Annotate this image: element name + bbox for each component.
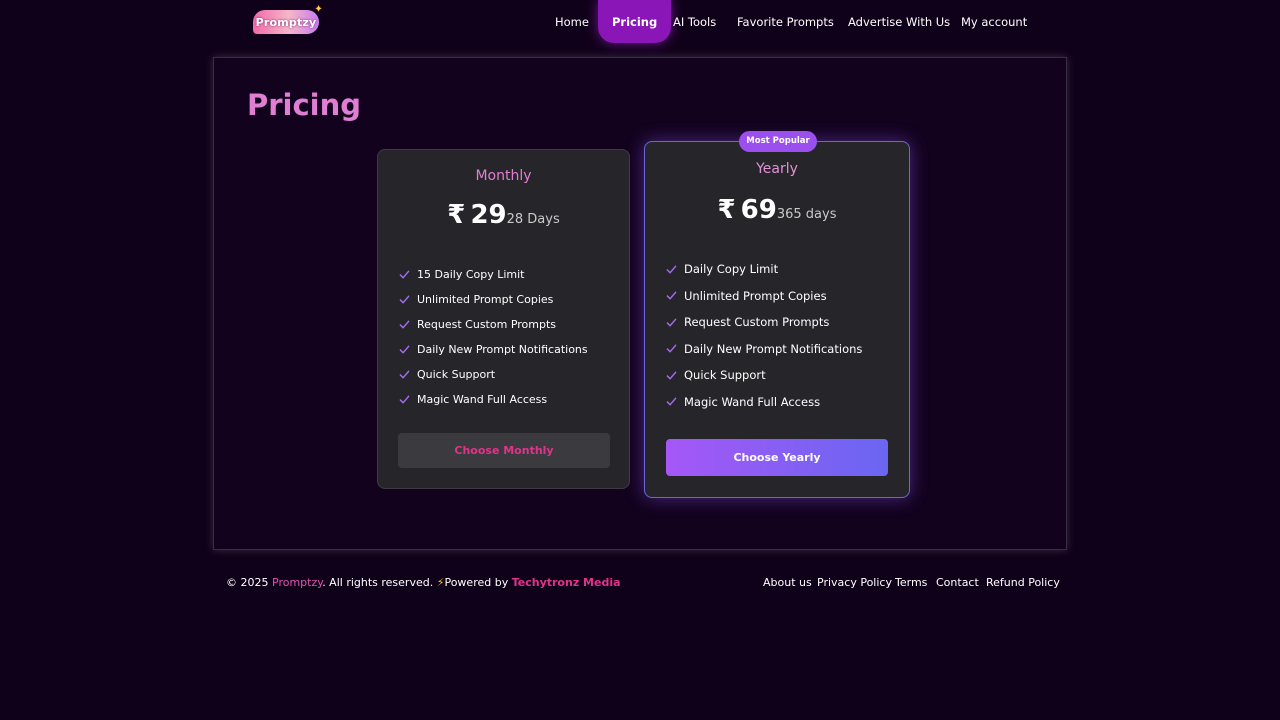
- check-icon: [666, 265, 677, 274]
- feature-text: 15 Daily Copy Limit: [417, 268, 525, 281]
- feature-list: 15 Daily Copy Limit Unlimited Prompt Cop…: [399, 262, 588, 412]
- page-title: Pricing: [247, 88, 362, 122]
- site-header: Promptzy ✦ Home Pricing AI Tools Favorit…: [0, 0, 1280, 44]
- feature-text: Unlimited Prompt Copies: [417, 293, 554, 306]
- feature-item: 15 Daily Copy Limit: [399, 262, 588, 287]
- footer-brand-link[interactable]: Promptzy: [272, 576, 322, 589]
- nav-pricing[interactable]: Pricing: [598, 0, 672, 43]
- check-icon: [399, 320, 410, 329]
- feature-text: Quick Support: [417, 368, 496, 381]
- plan-name: Monthly: [475, 168, 532, 184]
- check-icon: [666, 318, 677, 327]
- feature-item: Request Custom Prompts: [399, 312, 588, 337]
- nav-home[interactable]: Home: [555, 0, 589, 44]
- feature-text: Request Custom Prompts: [417, 318, 557, 331]
- feature-item: Quick Support: [666, 362, 862, 389]
- feature-text: Unlimited Prompt Copies: [684, 288, 827, 303]
- check-icon: [666, 344, 677, 353]
- footer-link-privacy[interactable]: Privacy Policy: [817, 576, 892, 589]
- check-icon: [666, 397, 677, 406]
- logo-text: Promptzy: [255, 15, 317, 29]
- feature-text: Daily Copy Limit: [684, 262, 779, 277]
- feature-text: Quick Support: [684, 368, 766, 383]
- choose-monthly-button[interactable]: Choose Monthly: [398, 433, 610, 468]
- feature-item: Quick Support: [399, 362, 588, 387]
- plan-name: Yearly: [756, 161, 798, 177]
- feature-item: Magic Wand Full Access: [666, 389, 862, 416]
- copyright-prefix: © 2025: [226, 576, 272, 589]
- check-icon: [399, 295, 410, 304]
- company-link[interactable]: Techytronz Media: [512, 576, 621, 589]
- price-period: 365 days: [776, 207, 837, 222]
- plan-card-monthly: Monthly ₹ 2928 Days 15 Daily Copy Limit …: [377, 149, 630, 489]
- feature-item: Magic Wand Full Access: [399, 387, 588, 412]
- footer-link-refund[interactable]: Refund Policy: [986, 576, 1060, 589]
- feature-text: Daily New Prompt Notifications: [417, 343, 588, 356]
- plan-card-yearly: Most Popular Yearly ₹ 69365 days Daily C…: [644, 131, 910, 498]
- feature-text: Daily New Prompt Notifications: [684, 341, 863, 356]
- footer-link-terms[interactable]: Terms: [895, 576, 927, 589]
- powered-by-text: Powered by: [444, 576, 512, 589]
- site-footer: © 2025 Promptzy. All rights reserved. ⚡P…: [0, 575, 1280, 595]
- check-icon: [399, 395, 410, 404]
- feature-item: Request Custom Prompts: [666, 309, 862, 336]
- feature-text: Request Custom Prompts: [684, 315, 830, 330]
- pricing-section: Pricing Monthly ₹ 2928 Days 15 Daily Cop…: [213, 57, 1067, 550]
- nav-my-account[interactable]: My account: [961, 0, 1027, 44]
- currency-symbol: ₹: [447, 200, 466, 230]
- plan-price: ₹ 69365 days: [645, 195, 909, 225]
- feature-item: Unlimited Prompt Copies: [399, 287, 588, 312]
- feature-text: Magic Wand Full Access: [684, 394, 821, 409]
- feature-item: Unlimited Prompt Copies: [666, 283, 862, 310]
- footer-link-contact[interactable]: Contact: [936, 576, 979, 589]
- plan-price: ₹ 2928 Days: [378, 200, 629, 230]
- sparkle-icon: ✦: [314, 4, 323, 15]
- nav-ai-tools[interactable]: AI Tools: [673, 0, 716, 44]
- feature-item: Daily Copy Limit: [666, 256, 862, 283]
- nav-favorite-prompts[interactable]: Favorite Prompts: [737, 0, 834, 44]
- price-period: 28 Days: [506, 212, 560, 227]
- nav-advertise-with-us[interactable]: Advertise With Us: [848, 0, 950, 44]
- copyright: © 2025 Promptzy. All rights reserved. ⚡P…: [226, 576, 621, 589]
- choose-yearly-button[interactable]: Choose Yearly: [666, 439, 888, 476]
- footer-link-about[interactable]: About us: [763, 576, 812, 589]
- feature-item: Daily New Prompt Notifications: [666, 336, 862, 363]
- check-icon: [666, 371, 677, 380]
- check-icon: [399, 345, 410, 354]
- check-icon: [399, 370, 410, 379]
- check-icon: [399, 270, 410, 279]
- promptzy-logo[interactable]: Promptzy ✦: [253, 4, 323, 34]
- feature-item: Daily New Prompt Notifications: [399, 337, 588, 362]
- feature-list: Daily Copy Limit Unlimited Prompt Copies…: [666, 256, 862, 415]
- feature-text: Magic Wand Full Access: [417, 393, 548, 406]
- currency-symbol: ₹: [717, 195, 736, 225]
- rights-text: . All rights reserved.: [322, 576, 437, 589]
- check-icon: [666, 291, 677, 300]
- price-amount: 29: [470, 200, 507, 230]
- price-amount: 69: [740, 195, 777, 225]
- most-popular-badge: Most Popular: [739, 131, 817, 152]
